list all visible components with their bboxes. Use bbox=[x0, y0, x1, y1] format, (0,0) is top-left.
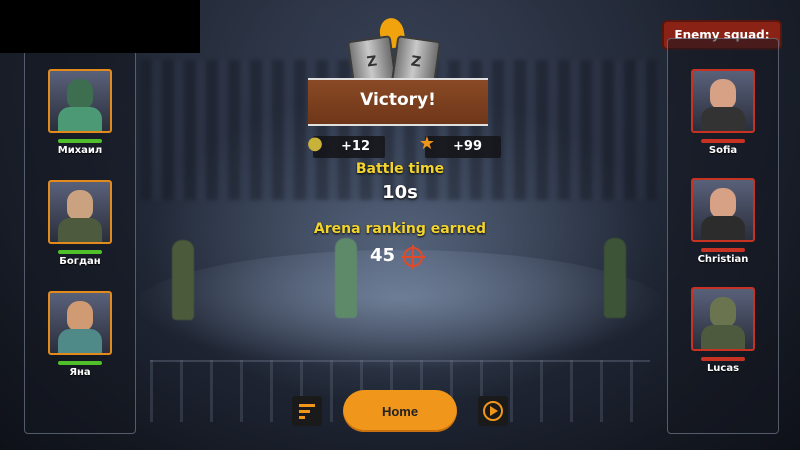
health-bar bbox=[701, 139, 745, 143]
arena-ranking-value: 45 bbox=[370, 245, 396, 266]
star-icon: ★ bbox=[418, 133, 436, 154]
battle-time-label: Battle time bbox=[355, 161, 445, 177]
unit-name: Яна bbox=[69, 367, 91, 378]
victory-mugs-emblem: Z Z bbox=[342, 16, 442, 89]
reward-value: +12 bbox=[341, 139, 370, 154]
arena-ranking-row: 45 bbox=[370, 245, 430, 269]
unit-name: Михаил bbox=[57, 145, 103, 156]
unit-portrait bbox=[48, 291, 112, 355]
bars-icon bbox=[299, 404, 315, 422]
unit-name: Sofia bbox=[708, 145, 738, 156]
replay-button[interactable] bbox=[478, 396, 508, 426]
health-bar bbox=[58, 250, 102, 254]
home-button[interactable]: Home bbox=[343, 390, 457, 432]
unit-name: Lucas bbox=[706, 363, 740, 374]
enemy-unit-1[interactable]: Sofia bbox=[668, 69, 778, 156]
unit-portrait bbox=[691, 287, 755, 351]
health-bar bbox=[701, 357, 745, 361]
unit-portrait bbox=[48, 69, 112, 133]
arena-ranking-label: Arena ranking earned bbox=[313, 221, 487, 237]
unit-name: Богдан bbox=[59, 256, 101, 267]
health-bar bbox=[701, 248, 745, 252]
unit-portrait bbox=[691, 69, 755, 133]
health-bar bbox=[58, 139, 102, 143]
player-unit-3[interactable]: Яна bbox=[25, 291, 135, 378]
reward-value: +99 bbox=[453, 139, 482, 154]
blackout-box bbox=[0, 0, 200, 53]
money-bag-icon: ● bbox=[307, 133, 323, 154]
fighter-figure bbox=[335, 238, 357, 318]
play-triangle-icon bbox=[490, 406, 498, 416]
reward-money: ● +12 bbox=[307, 133, 385, 158]
unit-name: Christian bbox=[697, 254, 749, 265]
fighter-figure bbox=[172, 240, 194, 320]
player-unit-1[interactable]: Михаил bbox=[25, 69, 135, 156]
crosshair-icon bbox=[401, 245, 425, 269]
victory-title: Victory! bbox=[308, 78, 488, 126]
stats-button[interactable] bbox=[292, 396, 322, 426]
reward-star: ★ +99 bbox=[419, 133, 501, 158]
fighter-figure bbox=[604, 238, 626, 318]
battle-time-value: 10s bbox=[382, 182, 418, 203]
health-bar bbox=[58, 361, 102, 365]
enemy-unit-3[interactable]: Lucas bbox=[668, 287, 778, 374]
